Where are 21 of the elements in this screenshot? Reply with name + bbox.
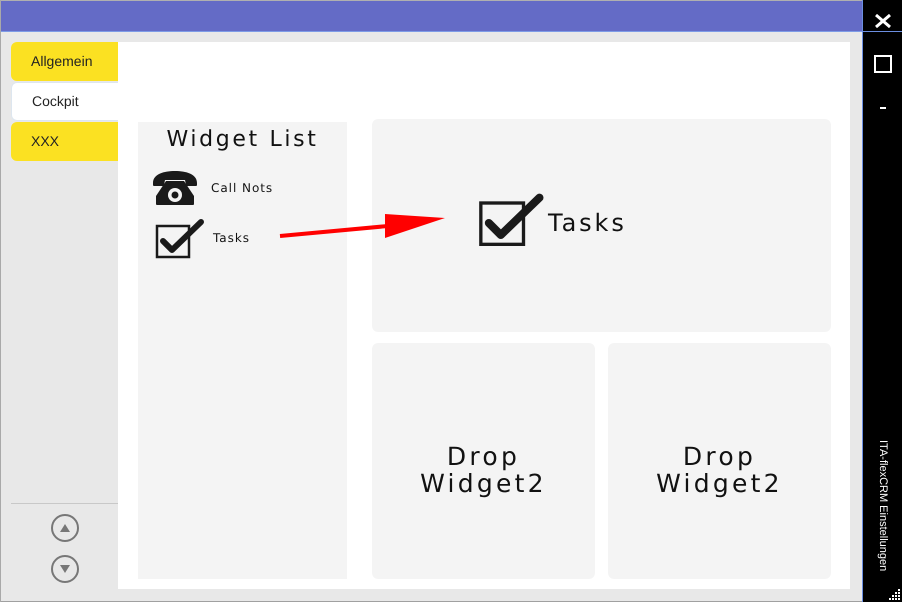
widget-name[interactable]: Tasks [213, 229, 250, 247]
scroll-up-button[interactable] [50, 514, 78, 542]
checkbox-tick-icon [155, 217, 205, 259]
drop-zone-label: Drop Widget2 [419, 443, 548, 497]
minimize-icon[interactable] [880, 107, 886, 109]
triangle-down-icon [60, 565, 70, 573]
window-caption: ITA-flexCRM Einstellungen [876, 440, 889, 571]
tab[interactable]: Allgemein [11, 42, 118, 81]
resize-grip-icon[interactable] [889, 589, 900, 600]
checkbox-tick-icon [478, 190, 545, 246]
widget-list-title: Widget List [166, 126, 320, 154]
telephone-icon [152, 170, 198, 206]
widget-name[interactable]: Call Nots [211, 179, 274, 197]
tab[interactable]: XXX [11, 122, 118, 161]
maximize-icon[interactable] [874, 55, 892, 73]
scroll-down-button[interactable] [50, 555, 78, 583]
close-icon[interactable] [874, 14, 892, 28]
tab[interactable]: Cockpit [11, 82, 118, 121]
widget-title: Tasks [548, 208, 627, 238]
triangle-up-icon [60, 524, 70, 532]
drop-zone-label: Drop Widget2 [655, 443, 784, 497]
